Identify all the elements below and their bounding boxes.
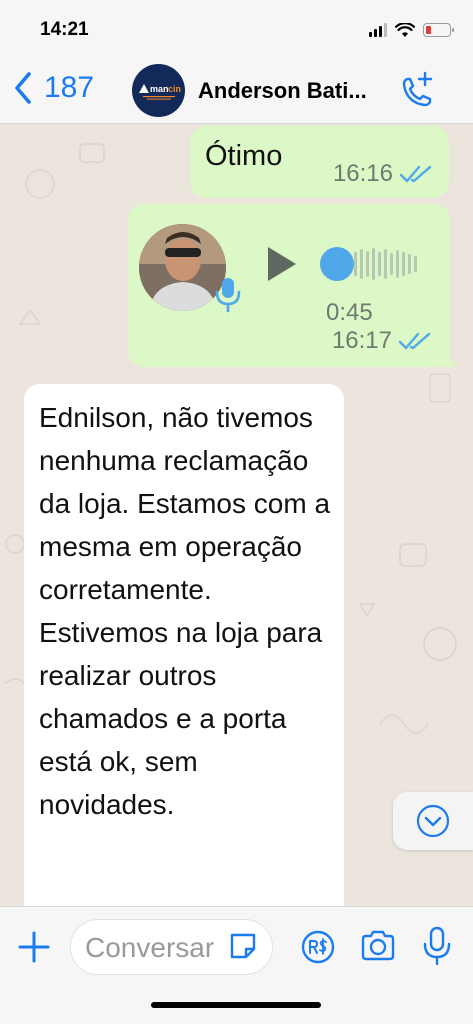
message-bubble-incoming[interactable]: Ednilson, não tivemos nenhuma reclamação… <box>24 384 344 906</box>
status-icons <box>369 20 454 40</box>
status-bar: 14:21 <box>0 0 473 56</box>
microphone-badge-icon <box>215 278 241 313</box>
message-time: 16:17 <box>331 327 392 354</box>
scroll-to-bottom-button[interactable] <box>393 792 473 850</box>
voice-message-bubble[interactable]: 0:45 16:17 <box>128 204 450 367</box>
real-currency-icon[interactable] <box>301 930 335 964</box>
play-icon[interactable] <box>265 244 299 284</box>
wifi-icon <box>395 22 415 37</box>
double-check-read-icon <box>399 165 432 183</box>
microphone-icon[interactable] <box>422 925 452 967</box>
message-text: Ednilson, não tivemos nenhuma reclamação… <box>39 402 331 820</box>
playback-position[interactable] <box>320 247 354 281</box>
double-check-read-icon <box>398 332 431 350</box>
logo-mark-icon: man cing <box>138 83 181 94</box>
message-text: Ótimo <box>205 140 283 172</box>
back-button[interactable]: 187 <box>12 70 94 106</box>
svg-text:cing: cing <box>168 84 181 94</box>
chevron-down-circle-icon <box>416 804 450 838</box>
chat-header: 187 man cing Anderson Bati... <box>0 56 473 124</box>
contact-avatar[interactable]: man cing <box>132 64 185 117</box>
chevron-left-icon <box>15 72 31 104</box>
camera-icon[interactable] <box>360 929 396 963</box>
home-indicator[interactable] <box>151 1002 321 1008</box>
message-meta: 16:16 <box>333 160 435 188</box>
voice-duration: 0:45 <box>326 299 373 326</box>
message-bubble-outgoing[interactable]: Ótimo 16:16 <box>190 126 449 198</box>
phone-plus-icon[interactable] <box>398 70 434 110</box>
sender-avatar <box>139 224 226 311</box>
signal-icon <box>369 23 387 37</box>
logo-tagline-icon <box>142 95 175 100</box>
message-meta: 16:17 <box>332 327 434 355</box>
battery-icon <box>423 23 454 37</box>
message-time: 16:16 <box>332 160 393 187</box>
unread-count: 187 <box>44 71 95 104</box>
svg-text:man: man <box>150 84 169 94</box>
sticker-icon[interactable] <box>226 929 260 963</box>
audio-waveform[interactable] <box>320 244 420 284</box>
status-time: 14:21 <box>40 19 89 40</box>
contact-name[interactable]: Anderson Bati... <box>198 78 367 104</box>
chat-area[interactable]: Ótimo 16:16 0:45 16:17 Ednilson, não tiv… <box>0 124 473 906</box>
plus-icon[interactable] <box>16 929 52 965</box>
